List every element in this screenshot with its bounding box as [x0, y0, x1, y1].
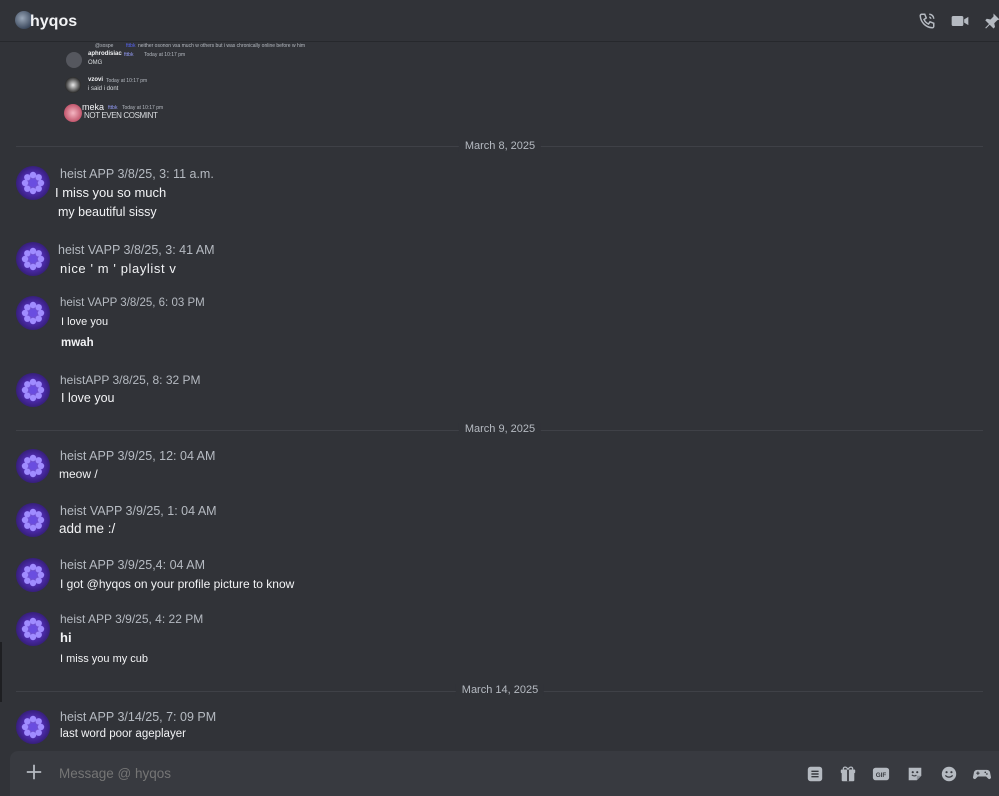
avatar[interactable] — [16, 558, 50, 592]
scroll-edge — [0, 642, 2, 702]
avatar[interactable] — [16, 612, 50, 646]
message-text: add me :/ — [59, 521, 116, 536]
user-tag: fttbk — [124, 52, 134, 58]
message-author[interactable]: vzovi — [88, 77, 103, 83]
flower-icon — [21, 247, 45, 271]
flower-icon — [21, 378, 45, 402]
video-camera-icon[interactable] — [950, 11, 970, 31]
date-divider-label: March 9, 2025 — [458, 423, 542, 435]
channel-header: hyqos — [0, 0, 999, 42]
message-header[interactable]: heist VAPP 3/9/25, 1: 04 AM — [60, 504, 217, 518]
avatar[interactable] — [64, 104, 82, 122]
reply-user[interactable]: @sospe — [95, 43, 113, 49]
avatar[interactable] — [16, 166, 50, 200]
message-header[interactable]: heist APP 3/9/25, 12: 04 AM — [60, 449, 215, 463]
gamepad-icon[interactable] — [973, 765, 991, 783]
sticker-icon[interactable] — [906, 765, 924, 783]
message-text: I got @hyqos on your profile picture to … — [60, 577, 295, 591]
message-text: mwah — [61, 337, 94, 349]
message-header[interactable]: heist APP 3/8/25, 3: 11 a.m. — [60, 167, 214, 181]
message-header[interactable]: heistAPP 3/8/25, 8: 32 PM — [60, 373, 201, 387]
message-text: I love you — [61, 391, 115, 405]
message-header[interactable]: heist APP 3/9/25, 4: 22 PM — [60, 612, 203, 626]
apps-icon[interactable] — [806, 765, 824, 783]
message-text: hi — [60, 630, 72, 645]
plus-icon[interactable] — [24, 763, 44, 783]
message-text: last word poor ageplayer — [60, 728, 186, 740]
message-author[interactable]: aphrodisiac — [88, 51, 122, 57]
date-divider-label: March 8, 2025 — [458, 140, 542, 152]
gif-icon[interactable]: GIF — [872, 765, 890, 783]
avatar[interactable] — [16, 242, 50, 276]
message-text: nice ' m ' playlist v — [60, 261, 177, 276]
avatar[interactable] — [65, 77, 81, 93]
flower-icon — [21, 301, 45, 325]
flower-icon — [21, 508, 45, 532]
reply-tag: fttbk — [126, 43, 136, 49]
message-composer[interactable]: GIF — [10, 751, 999, 796]
message-text: OMG — [88, 60, 103, 66]
message-text: i said i dont — [88, 86, 119, 92]
flower-icon — [21, 171, 45, 195]
date-divider-label: March 14, 2025 — [455, 684, 545, 696]
avatar[interactable] — [16, 373, 50, 407]
avatar[interactable] — [66, 52, 82, 68]
message-text: I miss you my cub — [60, 653, 149, 665]
flower-icon — [21, 454, 45, 478]
reply-text[interactable]: neither osonon vsa much w others but i w… — [138, 43, 305, 49]
message-input[interactable] — [59, 766, 759, 781]
message-text: my beautiful sissy — [58, 205, 157, 219]
avatar[interactable] — [16, 449, 50, 483]
emoji-icon[interactable] — [940, 765, 958, 783]
phone-icon[interactable] — [917, 11, 937, 31]
message-text: I love you — [61, 316, 109, 328]
message-header[interactable]: heist VAPP 3/8/25, 6: 03 PM — [60, 297, 205, 309]
message-time: Today at 10:17 pm — [144, 52, 186, 58]
message-text: I miss you so much — [55, 185, 167, 200]
pin-icon[interactable] — [982, 11, 999, 31]
gift-icon[interactable] — [839, 765, 857, 783]
message-header[interactable]: heist APP 3/9/25,4: 04 AM — [60, 558, 205, 572]
message-header[interactable]: heist APP 3/14/25, 7: 09 PM — [60, 710, 216, 724]
flower-icon — [21, 563, 45, 587]
message-header[interactable]: heist VAPP 3/8/25, 3: 41 AM — [58, 243, 215, 257]
svg-text:GIF: GIF — [876, 772, 887, 779]
message-text: meow / — [59, 467, 98, 481]
message-time: Today at 10:17 pm — [106, 78, 148, 84]
message-list[interactable]: @sospe fttbk neither osonon vsa much w o… — [0, 42, 999, 750]
message-text: NOT EVEN COSMINT — [84, 111, 158, 120]
avatar[interactable] — [16, 710, 50, 744]
flower-icon — [21, 715, 45, 739]
avatar[interactable] — [16, 296, 50, 330]
dm-title[interactable]: hyqos — [30, 13, 77, 31]
flower-icon — [21, 617, 45, 641]
avatar[interactable] — [16, 503, 50, 537]
